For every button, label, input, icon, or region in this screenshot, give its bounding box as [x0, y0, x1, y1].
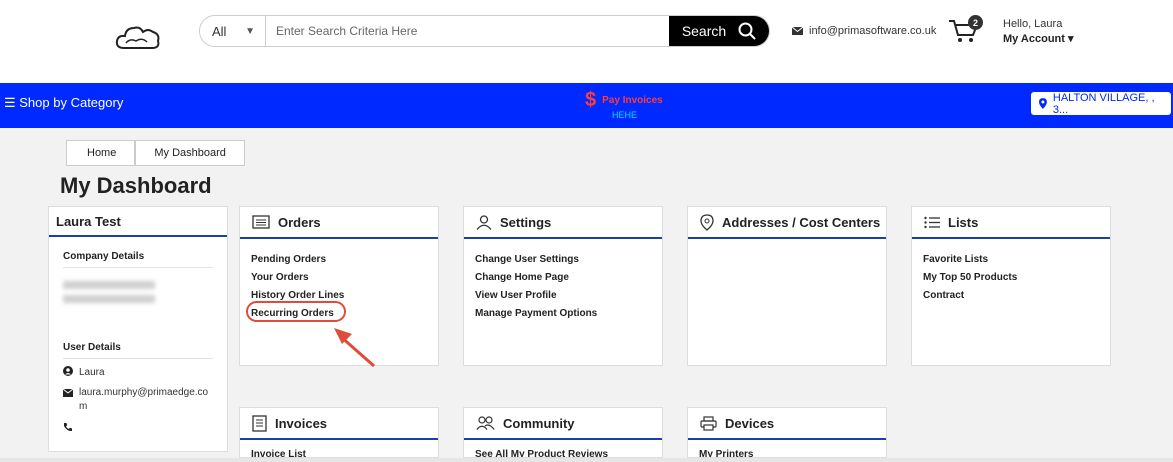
pay-invoices-sub-label: HEHE: [612, 110, 638, 120]
change-home-page-link[interactable]: Change Home Page: [475, 269, 651, 287]
printer-icon: [700, 415, 717, 431]
contract-link[interactable]: Contract: [923, 287, 1099, 305]
cart-count-badge: 2: [968, 15, 983, 30]
map-pin-icon: [700, 213, 714, 231]
user-circle-icon: [63, 366, 73, 376]
breadcrumb-home[interactable]: Home: [66, 140, 136, 166]
user-first-name: Laura: [79, 367, 105, 378]
invoices-card: Invoices Invoice List: [239, 407, 439, 458]
map-pin-icon: [1039, 98, 1047, 109]
dollar-icon: $: [585, 89, 597, 111]
invoices-card-header: Invoices: [240, 408, 438, 440]
invoice-list-link[interactable]: Invoice List: [251, 446, 427, 457]
user-email-row: laura.murphy@primaedge.com: [63, 386, 213, 414]
orders-title: Orders: [278, 214, 321, 230]
search-input[interactable]: [266, 16, 669, 46]
orders-card-header: Orders: [240, 207, 438, 239]
settings-card-header: Settings: [464, 207, 662, 239]
user-email: laura.murphy@primaedge.com: [79, 387, 209, 412]
addresses-title: Addresses / Cost Centers: [722, 214, 881, 230]
pending-orders-link[interactable]: Pending Orders: [251, 251, 427, 269]
contact-email-text: info@primasoftware.co.uk: [809, 25, 937, 37]
devices-card: Devices My Printers: [687, 407, 887, 458]
search-button-label: Search: [681, 23, 727, 39]
see-all-product-reviews-link[interactable]: See All My Product Reviews: [475, 446, 651, 457]
users-icon: [476, 416, 495, 430]
company-detail-blurred: [63, 295, 155, 303]
account-menu[interactable]: Hello, Laura My Account ▾: [1003, 17, 1074, 47]
user-icon: [476, 214, 492, 230]
location-text: HALTON VILLAGE, , 3...: [1052, 91, 1155, 116]
invoices-title: Invoices: [275, 415, 328, 431]
search-category-select[interactable]: All ▼: [200, 16, 266, 46]
top-header: All ▼ Search info@primasoftware.co.uk 2 …: [0, 0, 1173, 83]
settings-title: Settings: [500, 214, 552, 230]
breadcrumb-my-dashboard[interactable]: My Dashboard: [135, 140, 245, 166]
user-name: Laura Test: [49, 207, 227, 237]
search-button[interactable]: Search: [669, 16, 769, 46]
devices-title: Devices: [725, 415, 775, 431]
phone-icon: [64, 423, 72, 432]
settings-links: Change User Settings Change Home Page Vi…: [464, 239, 662, 335]
your-orders-link[interactable]: Your Orders: [251, 269, 427, 287]
user-first-name-row: Laura: [63, 366, 223, 380]
company-details-title: Company Details: [63, 251, 213, 268]
user-details-title: User Details: [63, 342, 213, 359]
invoice-icon: [252, 414, 267, 432]
pay-invoices-label: Pay Invoices: [602, 95, 663, 106]
lists-title: Lists: [948, 214, 979, 230]
my-printers-link[interactable]: My Printers: [699, 446, 875, 457]
search-icon: [738, 22, 756, 40]
page-bottom-edge: [0, 458, 1173, 462]
change-user-settings-link[interactable]: Change User Settings: [475, 251, 651, 269]
search-bar: All ▼ Search: [199, 15, 770, 47]
company-detail-blurred: [63, 281, 155, 289]
page-title: My Dashboard: [60, 173, 212, 198]
community-card: Community See All My Product Reviews: [463, 407, 663, 458]
recurring-orders-highlight: [246, 301, 346, 322]
search-category-value: All: [212, 23, 227, 39]
chevron-down-icon: ▼: [245, 25, 255, 37]
envelope-icon: [63, 389, 73, 397]
devices-card-header: Devices: [688, 408, 886, 440]
user-phone-row: [63, 422, 223, 432]
account-greeting: Hello, Laura: [1003, 18, 1063, 30]
manage-payment-options-link[interactable]: Manage Payment Options: [475, 305, 651, 323]
location-selector[interactable]: HALTON VILLAGE, , 3...: [1031, 91, 1171, 116]
shop-by-category-menu[interactable]: ☰ Shop by Category: [4, 95, 123, 111]
community-card-header: Community: [464, 408, 662, 440]
invoices-links: Invoice List: [240, 440, 438, 457]
my-top-50-products-link[interactable]: My Top 50 Products: [923, 269, 1099, 287]
pay-invoices-link[interactable]: $ Pay Invoices: [585, 89, 663, 112]
lists-card: Lists Favorite Lists My Top 50 Products …: [911, 206, 1111, 366]
community-title: Community: [503, 415, 575, 431]
user-panel: Laura Test Company Details User Details …: [48, 206, 228, 452]
envelope-icon: [792, 27, 803, 35]
lists-card-header: Lists: [912, 207, 1110, 239]
community-links: See All My Product Reviews: [464, 440, 662, 457]
view-user-profile-link[interactable]: View User Profile: [475, 287, 651, 305]
breadcrumb: Home My Dashboard: [66, 140, 245, 166]
addresses-card: Addresses / Cost Centers: [687, 206, 887, 366]
my-account-dropdown[interactable]: My Account ▾: [1003, 32, 1074, 47]
main-nav-bar: ☰ Shop by Category $ Pay Invoices HEHE H…: [0, 83, 1173, 128]
contact-email[interactable]: info@primasoftware.co.uk: [792, 25, 936, 37]
cloud-logo-icon[interactable]: [114, 22, 162, 52]
list-box-icon: [252, 215, 270, 229]
annotation-arrow-icon: [334, 328, 375, 368]
devices-links: My Printers: [688, 440, 886, 457]
addresses-card-header: Addresses / Cost Centers: [688, 207, 886, 239]
lists-links: Favorite Lists My Top 50 Products Contra…: [912, 239, 1110, 317]
settings-card: Settings Change User Settings Change Hom…: [463, 206, 663, 366]
favorite-lists-link[interactable]: Favorite Lists: [923, 251, 1099, 269]
bullet-list-icon: [924, 216, 940, 228]
